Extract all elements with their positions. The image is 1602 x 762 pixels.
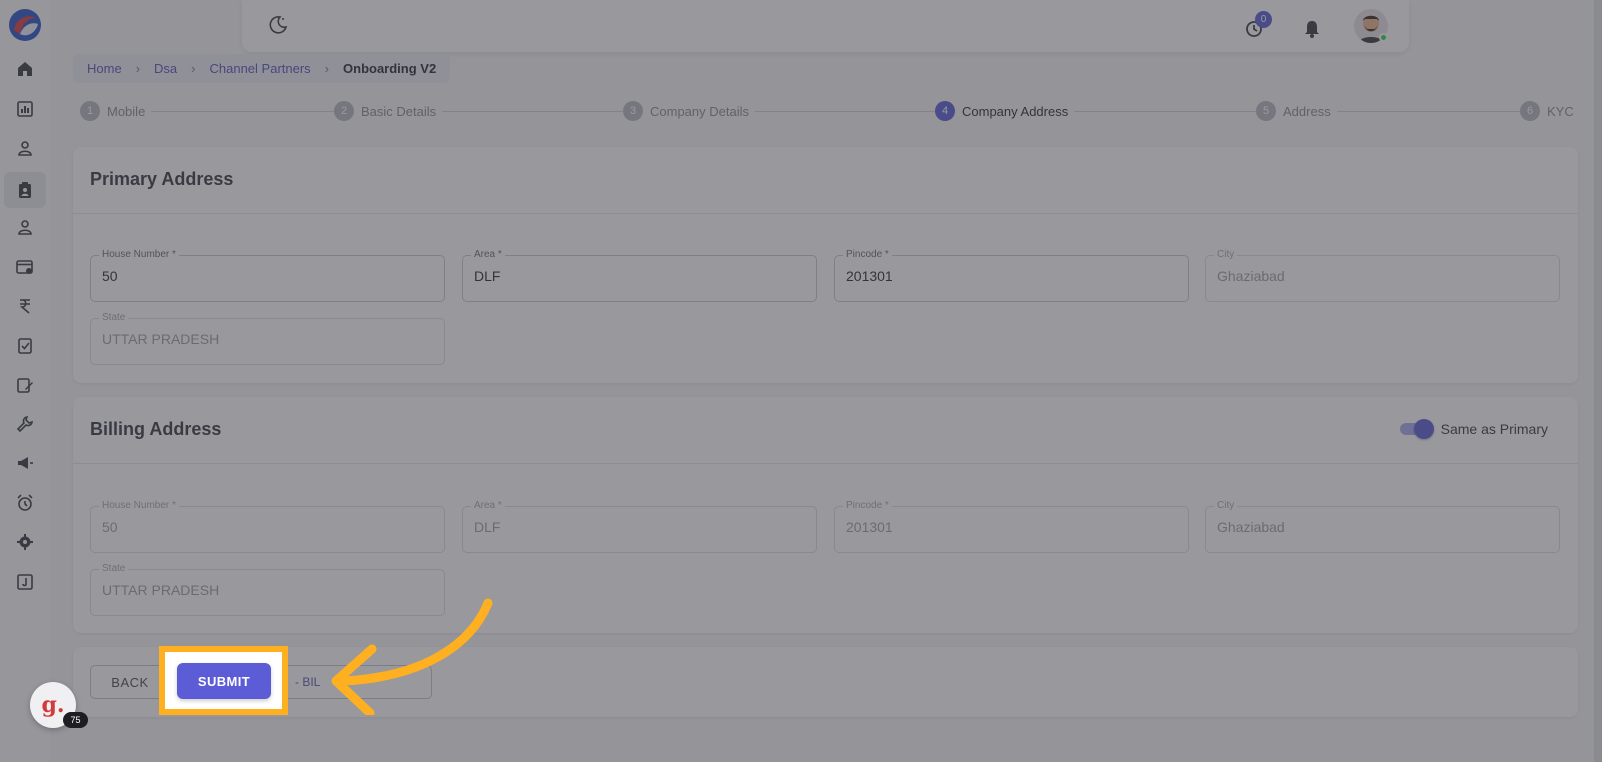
alarm-icon[interactable] bbox=[12, 490, 38, 516]
online-status-dot bbox=[1379, 33, 1388, 42]
primary-area-input[interactable] bbox=[474, 268, 804, 284]
primary-city-input bbox=[1217, 268, 1547, 284]
breadcrumb-dsa[interactable]: Dsa bbox=[154, 61, 177, 76]
step-kyc[interactable]: 6 KYC bbox=[1520, 101, 1580, 121]
chat-count-badge: 75 bbox=[63, 712, 88, 728]
form-actions-bar: BACK - BIL bbox=[73, 647, 1578, 717]
primary-house-number-input[interactable] bbox=[102, 268, 432, 284]
breadcrumb: Home › Dsa › Channel Partners › Onboardi… bbox=[73, 54, 451, 83]
primary-pincode-input[interactable] bbox=[846, 268, 1176, 284]
chevron-right-icon: › bbox=[324, 61, 330, 76]
page-scrollbar[interactable] bbox=[1594, 0, 1602, 762]
primary-address-title: Primary Address bbox=[90, 169, 234, 189]
sidebar bbox=[0, 0, 50, 762]
step-address[interactable]: 5 Address bbox=[1256, 101, 1337, 121]
edit-note-icon[interactable] bbox=[12, 372, 38, 398]
notification-bell-icon[interactable] bbox=[1302, 19, 1322, 39]
megaphone-icon[interactable] bbox=[12, 450, 38, 476]
user-icon[interactable] bbox=[12, 135, 38, 161]
stepper-connector-line bbox=[80, 111, 1560, 112]
card-header: Billing Address Same as Primary bbox=[73, 397, 1578, 464]
clipboard-check-icon[interactable] bbox=[12, 332, 38, 358]
billing-pincode-field: Pincode * bbox=[834, 500, 1189, 553]
billing-pincode-input bbox=[846, 519, 1176, 535]
home-icon[interactable] bbox=[12, 56, 38, 82]
primary-state-field: State bbox=[90, 312, 445, 365]
app-logo[interactable] bbox=[8, 8, 42, 42]
toggle-switch[interactable] bbox=[1399, 419, 1434, 439]
billing-area-field: Area * bbox=[462, 500, 817, 553]
journal-icon[interactable] bbox=[12, 569, 38, 595]
billing-address-card: Billing Address Same as Primary House Nu… bbox=[73, 397, 1578, 633]
clipboard-user-icon[interactable] bbox=[4, 172, 46, 208]
billing-city-field: City bbox=[1205, 500, 1560, 553]
timer-count-badge: 0 bbox=[1255, 11, 1272, 28]
step-basic-details[interactable]: 2 Basic Details bbox=[334, 101, 443, 121]
primary-city-field: City bbox=[1205, 249, 1560, 302]
billing-house-number-input bbox=[102, 519, 432, 535]
primary-area-field[interactable]: Area * bbox=[462, 249, 817, 302]
billing-city-input bbox=[1217, 519, 1547, 535]
back-button[interactable]: BACK bbox=[90, 665, 170, 699]
submit-button[interactable]: SUBMIT bbox=[177, 663, 271, 699]
primary-address-card: Primary Address House Number * Area * Pi… bbox=[73, 147, 1578, 383]
top-bar: 0 bbox=[242, 0, 1409, 52]
dark-mode-moon-icon[interactable] bbox=[268, 15, 288, 35]
step-company-address[interactable]: 4 Company Address bbox=[935, 101, 1075, 121]
browser-settings-icon[interactable] bbox=[12, 254, 38, 280]
breadcrumb-current: Onboarding V2 bbox=[343, 61, 437, 76]
toggle-knob bbox=[1413, 419, 1434, 439]
chevron-right-icon: › bbox=[191, 61, 196, 76]
dashboard-chart-icon[interactable] bbox=[12, 96, 38, 122]
primary-state-input bbox=[102, 331, 432, 347]
chevron-right-icon: › bbox=[135, 61, 141, 76]
step-mobile[interactable]: 1 Mobile bbox=[80, 101, 152, 121]
annotation-arrow-icon bbox=[310, 585, 500, 715]
card-header: Primary Address bbox=[73, 147, 1578, 214]
submit-highlight-frame: SUBMIT bbox=[159, 646, 288, 715]
breadcrumb-channel-partners[interactable]: Channel Partners bbox=[210, 61, 311, 76]
wrench-icon[interactable] bbox=[12, 411, 38, 437]
rupee-icon[interactable] bbox=[12, 293, 38, 319]
billing-area-input bbox=[474, 519, 804, 535]
billing-address-title: Billing Address bbox=[90, 419, 222, 439]
contact-icon[interactable] bbox=[12, 214, 38, 240]
same-as-primary-toggle[interactable]: Same as Primary bbox=[1399, 419, 1548, 439]
gear-icon[interactable] bbox=[12, 529, 38, 555]
same-as-primary-label: Same as Primary bbox=[1440, 421, 1548, 437]
primary-pincode-field[interactable]: Pincode * bbox=[834, 249, 1189, 302]
primary-house-number-field[interactable]: House Number * bbox=[90, 249, 445, 302]
step-company-details[interactable]: 3 Company Details bbox=[623, 101, 755, 121]
billing-house-number-field: House Number * bbox=[90, 500, 445, 553]
onboarding-stepper: 1 Mobile 2 Basic Details 3 Company Detai… bbox=[80, 101, 1580, 123]
breadcrumb-home[interactable]: Home bbox=[87, 61, 122, 76]
